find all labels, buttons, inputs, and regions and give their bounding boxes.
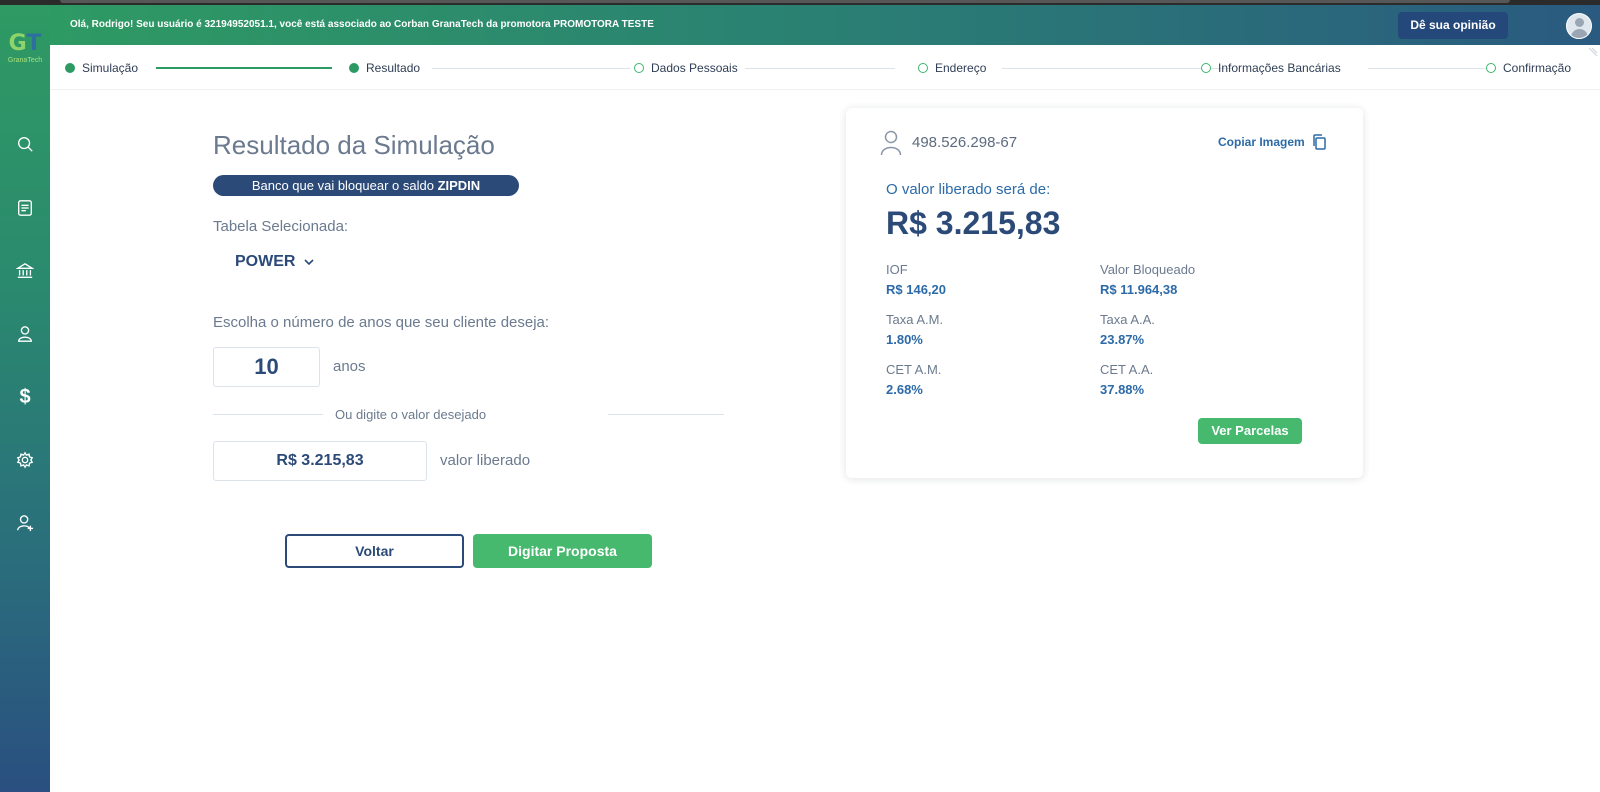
client-cpf: 498.526.298-67 xyxy=(912,134,1018,151)
detail-key: CET A.A. xyxy=(1100,362,1154,377)
or-divider-text: Ou digite o valor desejado xyxy=(335,407,487,422)
copy-image-button[interactable]: Copiar Imagem xyxy=(1218,134,1326,150)
table-select-value: POWER xyxy=(235,253,296,270)
search-icon[interactable] xyxy=(13,132,37,156)
step-label: Dados Pessoais xyxy=(651,61,738,75)
user-add-icon[interactable] xyxy=(13,511,37,535)
step-pending-dot xyxy=(1486,63,1496,73)
detail-value: 1.80% xyxy=(886,332,923,347)
step-done-dot xyxy=(65,63,75,73)
gear-icon[interactable] xyxy=(13,448,37,472)
detail-key: Taxa A.M. xyxy=(886,312,944,327)
step-pending-dot xyxy=(918,63,928,73)
years-input[interactable]: 10 xyxy=(213,347,320,387)
avatar-head xyxy=(1575,18,1584,27)
years-label: Escolha o número de anos que seu cliente… xyxy=(213,314,550,331)
step-pending-dot xyxy=(634,63,644,73)
detail-value: R$ 11.964,38 xyxy=(1100,282,1178,297)
view-installments-button[interactable]: Ver Parcelas xyxy=(1198,418,1302,444)
released-value: R$ 3.215,83 xyxy=(886,205,1061,241)
feedback-button[interactable]: Dê sua opinião xyxy=(1398,12,1508,39)
resize-handle-icon[interactable] xyxy=(1588,36,1598,70)
chevron-down-icon xyxy=(304,259,315,266)
person-icon xyxy=(880,130,902,156)
document-icon[interactable] xyxy=(13,196,37,220)
step-resultado[interactable]: Resultado xyxy=(349,61,420,75)
bank-badge-prefix: Banco que vai bloquear o saldo xyxy=(251,178,438,193)
logo-brand-text: GranaTech xyxy=(7,57,43,64)
step-pending-dot xyxy=(1201,63,1211,73)
stepper-connector xyxy=(1368,68,1496,69)
window-top-strip-inner xyxy=(60,0,1510,3)
detail-key: IOF xyxy=(886,262,908,277)
stepper-connector xyxy=(432,68,630,69)
top-header: Olá, Rodrigo! Seu usuário é 32194952051.… xyxy=(50,5,1600,45)
page-title: Resultado da Simulação xyxy=(213,130,495,160)
step-done-dot xyxy=(349,63,359,73)
step-endereco[interactable]: Endereço xyxy=(918,61,986,75)
bank-badge: Banco que vai bloquear o saldo ZIPDIN xyxy=(213,175,519,196)
logo-mark: GT xyxy=(8,31,42,56)
years-suffix: anos xyxy=(333,358,366,375)
stepper-connector xyxy=(745,68,895,69)
step-label: Endereço xyxy=(935,61,987,75)
bank-name: ZIPDIN xyxy=(437,178,481,193)
detail-key: Valor Bloqueado xyxy=(1100,262,1196,277)
progress-stepper: Simulação Resultado Dados Pessoais Ender… xyxy=(50,45,1600,90)
stepper-connector-done xyxy=(156,67,332,69)
detail-key: CET A.M. xyxy=(886,362,942,377)
granatech-logo[interactable]: GT GranaTech xyxy=(6,31,44,71)
detail-value: R$ 146,20 xyxy=(886,282,946,297)
step-label: Simulação xyxy=(82,61,139,75)
value-input[interactable]: R$ 3.215,83 xyxy=(213,441,427,481)
bank-icon[interactable] xyxy=(13,259,37,283)
step-dados-pessoais[interactable]: Dados Pessoais xyxy=(634,61,738,75)
avatar-body xyxy=(1571,29,1588,38)
detail-value: 37.88% xyxy=(1100,382,1145,397)
table-label: Tabela Selecionada: xyxy=(213,218,349,235)
copy-image-label: Copiar Imagem xyxy=(1218,135,1305,149)
dollar-icon[interactable]: $ xyxy=(13,385,37,409)
table-select[interactable]: POWER xyxy=(235,253,315,271)
released-label: O valor liberado será de: xyxy=(886,181,1051,198)
detail-value: 2.68% xyxy=(886,382,923,397)
copy-icon xyxy=(1312,134,1326,150)
detail-key: Taxa A.A. xyxy=(1100,312,1155,327)
step-label: Resultado xyxy=(366,61,421,75)
greeting-text: Olá, Rodrigo! Seu usuário é 32194952051.… xyxy=(70,19,654,30)
step-informacoes-bancarias[interactable]: Informações Bancárias xyxy=(1201,61,1341,75)
user-icon[interactable] xyxy=(13,322,37,346)
divider-right xyxy=(608,414,724,415)
step-label: Confirmação xyxy=(1503,61,1572,75)
step-label: Informações Bancárias xyxy=(1218,61,1341,75)
divider-left xyxy=(213,414,323,415)
step-simulacao[interactable]: Simulação xyxy=(65,61,138,75)
submit-proposal-button[interactable]: Digitar Proposta xyxy=(473,534,652,568)
back-button[interactable]: Voltar xyxy=(285,534,464,568)
result-card: 498.526.298-67 Copiar Imagem O valor lib… xyxy=(846,108,1363,478)
step-confirmacao[interactable]: Confirmação xyxy=(1486,61,1571,75)
detail-value: 23.87% xyxy=(1100,332,1145,347)
value-suffix: valor liberado xyxy=(440,452,531,469)
stepper-connector xyxy=(1002,68,1232,69)
sidebar: GT GranaTech $ xyxy=(0,5,50,792)
